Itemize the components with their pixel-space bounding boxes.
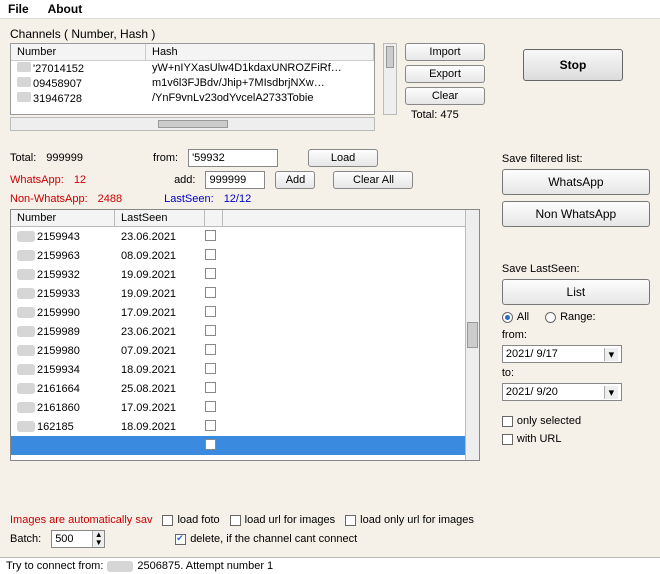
- total-label: Total:: [10, 152, 36, 164]
- batch-label: Batch:: [10, 533, 41, 545]
- row-checkbox[interactable]: [205, 287, 216, 298]
- channels-h-scroll[interactable]: [10, 117, 375, 131]
- load-button[interactable]: Load: [308, 149, 378, 167]
- load-foto-checkbox[interactable]: load foto: [162, 514, 219, 526]
- nonwhatsapp-value: 2488: [98, 193, 122, 205]
- whatsapp-label: WhatsApp:: [10, 174, 64, 186]
- row-checkbox[interactable]: [205, 230, 216, 241]
- channels-row[interactable]: '27014152yW+nIYXasUlw4D1kdaxUNROZFiRf…: [11, 61, 374, 76]
- row-checkbox[interactable]: [205, 344, 216, 355]
- menu-file[interactable]: File: [8, 2, 29, 16]
- numlist-row[interactable]: 215998007.09.2021: [11, 341, 479, 360]
- channels-v-scroll[interactable]: [383, 43, 397, 115]
- menu-about[interactable]: About: [48, 2, 83, 16]
- numlist-row[interactable]: 216166425.08.2021: [11, 379, 479, 398]
- numlist-col-number[interactable]: Number: [11, 210, 115, 226]
- numlist-row[interactable]: 16218518.09.2021: [11, 417, 479, 436]
- status-bar: Try to connect from: 2506875. Attempt nu…: [0, 557, 660, 574]
- lastseen-label: LastSeen:: [164, 193, 214, 205]
- add-button[interactable]: Add: [275, 171, 315, 189]
- add-label: add:: [174, 174, 195, 186]
- numlist-row[interactable]: 215994323.06.2021: [11, 227, 479, 246]
- dropdown-icon[interactable]: ▾: [604, 386, 618, 399]
- row-checkbox[interactable]: [205, 401, 216, 412]
- date-from-input[interactable]: 2021/ 9/17▾: [502, 345, 622, 363]
- clear-all-button[interactable]: Clear All: [333, 171, 413, 189]
- row-checkbox[interactable]: [205, 382, 216, 393]
- number-list[interactable]: Number LastSeen 215994323.06.20212159963…: [10, 209, 480, 461]
- numlist-col-lastseen[interactable]: LastSeen: [115, 210, 205, 226]
- only-selected-checkbox[interactable]: only selected: [502, 415, 581, 427]
- channels-table[interactable]: Number Hash '27014152yW+nIYXasUlw4D1kdax…: [10, 43, 375, 115]
- from-input[interactable]: [188, 149, 278, 167]
- import-button[interactable]: Import: [405, 43, 485, 61]
- lastseen-value: 12/12: [224, 193, 252, 205]
- date-from-label: from:: [502, 329, 650, 341]
- date-to-label: to:: [502, 367, 650, 379]
- auto-save-label: Images are automatically sav: [10, 514, 152, 526]
- status-prefix: Try to connect from:: [6, 560, 103, 572]
- batch-spinner[interactable]: ▲▼: [51, 530, 105, 548]
- save-whatsapp-button[interactable]: WhatsApp: [502, 169, 650, 195]
- radio-all[interactable]: All: [502, 311, 529, 323]
- radio-range[interactable]: Range:: [545, 311, 595, 323]
- numlist-row[interactable]: 215998923.06.2021: [11, 322, 479, 341]
- status-suffix: 2506875. Attempt number 1: [137, 560, 273, 572]
- row-checkbox[interactable]: [205, 363, 216, 374]
- export-button[interactable]: Export: [405, 65, 485, 83]
- nonwhatsapp-label: Non-WhatsApp:: [10, 193, 88, 205]
- numlist-row-selected[interactable]: [11, 436, 479, 455]
- menubar: File About: [0, 0, 660, 19]
- row-checkbox[interactable]: [205, 439, 216, 450]
- channels-row[interactable]: 31946728/YnF9vnLv23odYvcelA2733Tobie: [11, 91, 374, 106]
- channels-title: Channels ( Number, Hash ): [10, 27, 650, 41]
- with-url-checkbox[interactable]: with URL: [502, 433, 562, 445]
- numlist-row[interactable]: 215999017.09.2021: [11, 303, 479, 322]
- row-checkbox[interactable]: [205, 420, 216, 431]
- load-only-url-checkbox[interactable]: load only url for images: [345, 514, 474, 526]
- date-to-input[interactable]: 2021/ 9/20▾: [502, 383, 622, 401]
- row-checkbox[interactable]: [205, 325, 216, 336]
- numlist-row[interactable]: 215993219.09.2021: [11, 265, 479, 284]
- save-lastseen-label: Save LastSeen:: [502, 263, 650, 275]
- clear-button[interactable]: Clear: [405, 87, 485, 105]
- channels-group: Channels ( Number, Hash ) Number Hash '2…: [10, 27, 650, 131]
- row-checkbox[interactable]: [205, 268, 216, 279]
- list-button[interactable]: List: [502, 279, 650, 305]
- numlist-row[interactable]: 216186017.09.2021: [11, 398, 479, 417]
- numlist-row[interactable]: 215993319.09.2021: [11, 284, 479, 303]
- numlist-row[interactable]: 215993418.09.2021: [11, 360, 479, 379]
- channels-col-hash[interactable]: Hash: [146, 44, 374, 60]
- save-filtered-label: Save filtered list:: [502, 153, 650, 165]
- batch-input[interactable]: [52, 533, 92, 545]
- numlist-row[interactable]: 215996308.09.2021: [11, 246, 479, 265]
- whatsapp-value: 12: [74, 174, 86, 186]
- stop-button[interactable]: Stop: [523, 49, 623, 81]
- delete-cant-connect-checkbox[interactable]: delete, if the channel cant connect: [175, 533, 357, 545]
- numlist-v-scroll[interactable]: [465, 210, 479, 460]
- from-label: from:: [153, 152, 178, 164]
- add-input[interactable]: [205, 171, 265, 189]
- save-nonwhatsapp-button[interactable]: Non WhatsApp: [502, 201, 650, 227]
- channels-col-number[interactable]: Number: [11, 44, 146, 60]
- dropdown-icon[interactable]: ▾: [604, 348, 618, 361]
- redacted-icon: [107, 561, 133, 572]
- row-checkbox[interactable]: [205, 249, 216, 260]
- channels-total: Total: 475: [411, 109, 485, 121]
- channels-row[interactable]: 09458907m1v6l3FJBdv/Jhip+7MIsdbrjNXw…: [11, 76, 374, 91]
- row-checkbox[interactable]: [205, 306, 216, 317]
- load-url-images-checkbox[interactable]: load url for images: [230, 514, 336, 526]
- total-value: 999999: [46, 152, 83, 164]
